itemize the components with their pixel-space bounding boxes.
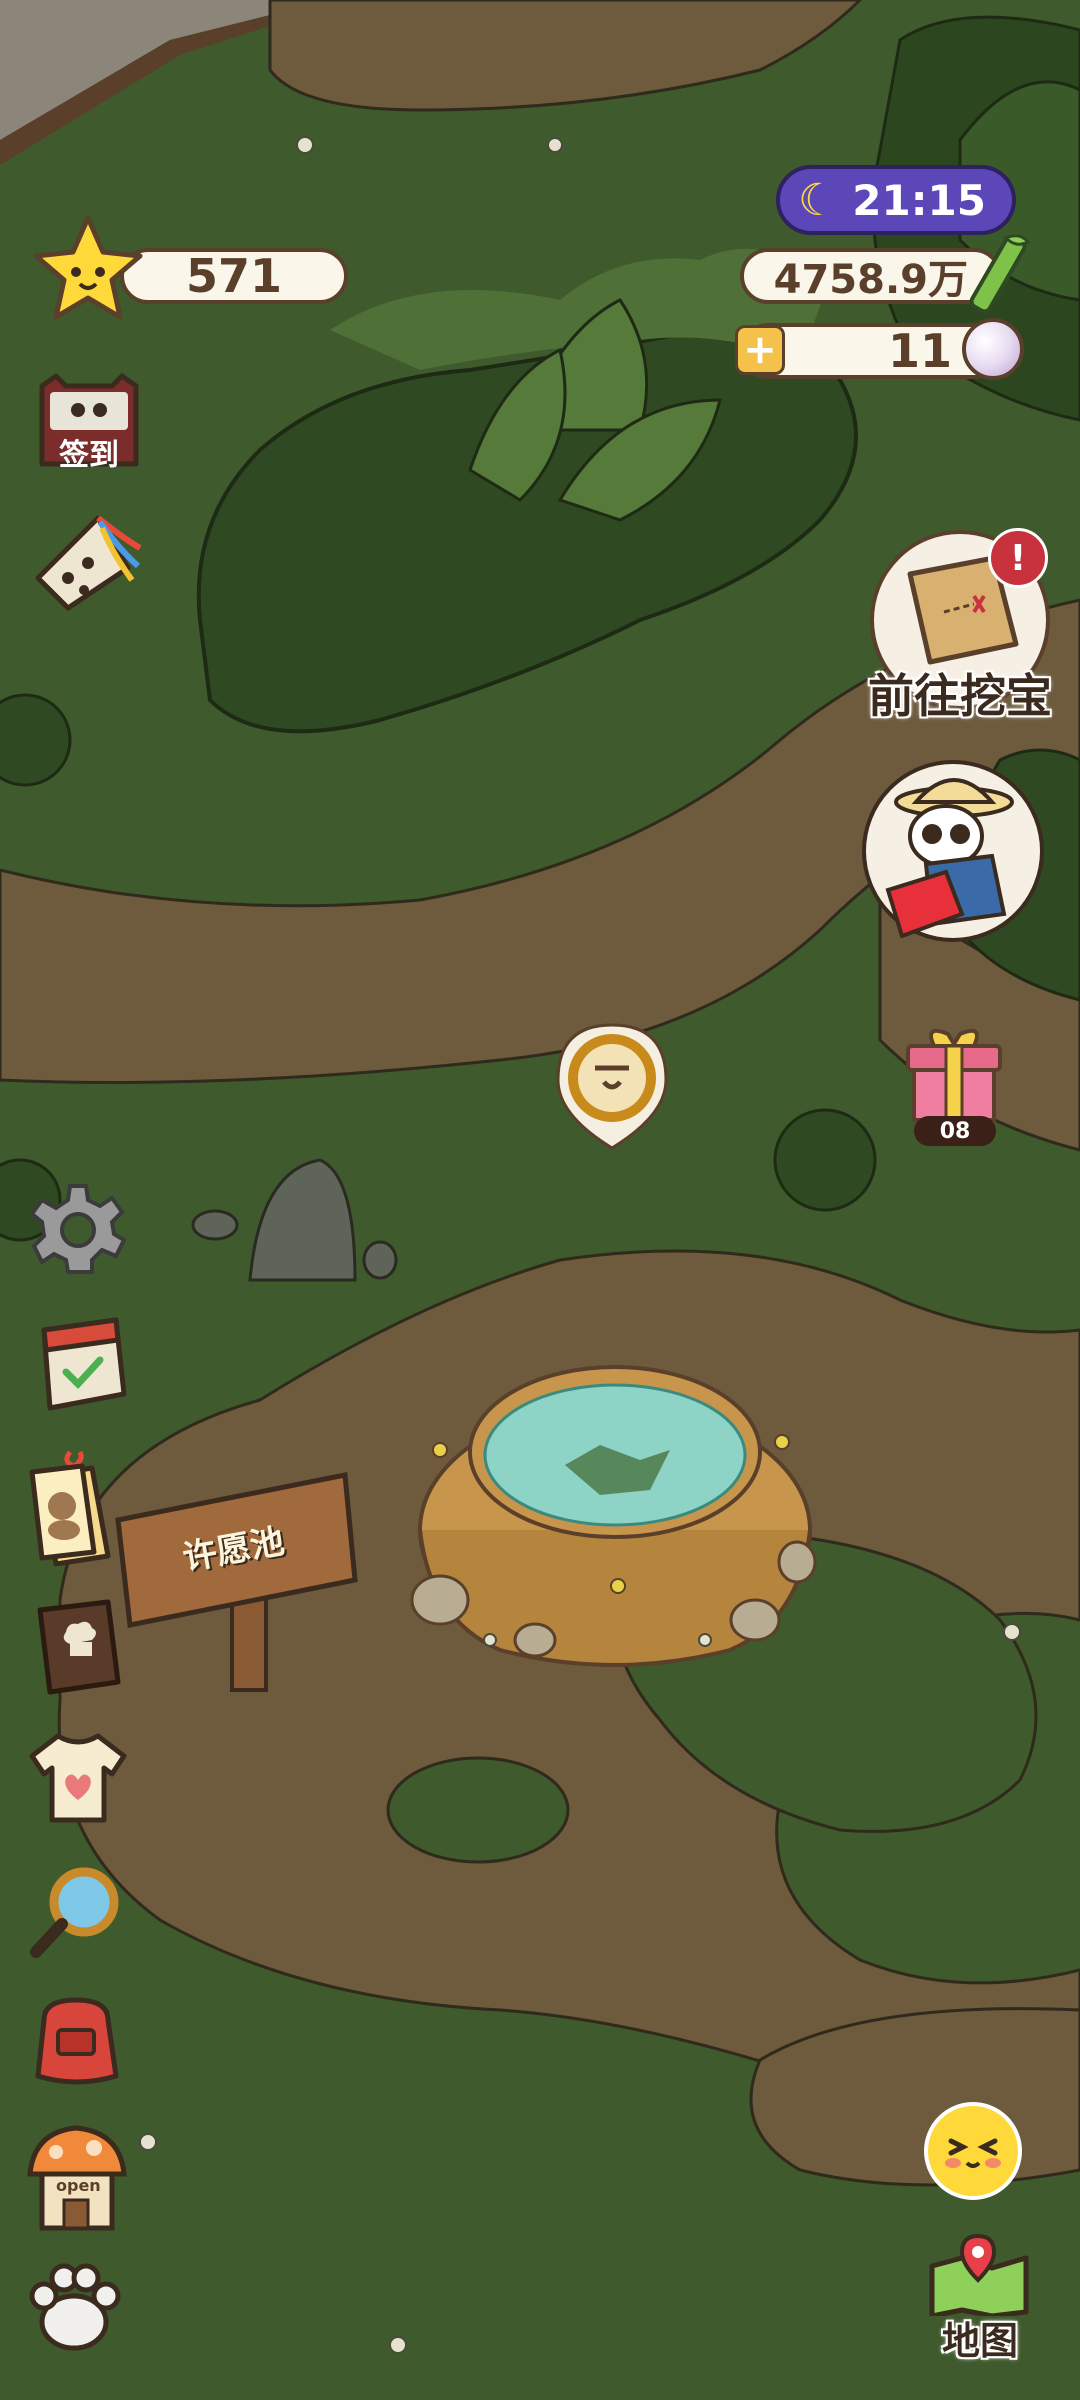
star-icon bbox=[28, 210, 148, 325]
star-counter: 571 bbox=[120, 248, 348, 304]
backpack-icon bbox=[35, 1997, 119, 2085]
magnifier-icon bbox=[30, 1867, 119, 1958]
search-button[interactable] bbox=[26, 1862, 130, 1966]
paw-icon bbox=[29, 2263, 121, 2351]
bamboo-count: 4758.9万 bbox=[773, 257, 968, 303]
time-pill: ☾ 21:15 bbox=[776, 165, 1016, 235]
pearl-count: 11 bbox=[887, 324, 952, 378]
pet-tag-button[interactable] bbox=[22, 1446, 130, 1567]
time-display: 21:15 bbox=[852, 175, 986, 225]
tshirt-icon bbox=[29, 1733, 127, 1823]
kite-button[interactable] bbox=[28, 508, 146, 618]
recipe-book-icon bbox=[37, 1599, 121, 1695]
treasure-hunt-label: 前往挖宝 bbox=[868, 669, 1052, 723]
sign-in-label: 签到 bbox=[59, 438, 119, 473]
map-button[interactable]: 地图 bbox=[922, 2232, 1038, 2363]
bamboo-icon bbox=[960, 228, 1032, 320]
treasure-hunt-button[interactable]: ! 前往挖宝 bbox=[860, 522, 1060, 723]
plus-icon: + bbox=[743, 327, 777, 373]
calendar-book-icon bbox=[41, 1317, 127, 1411]
pet-tag-icon bbox=[29, 1450, 111, 1567]
wardrobe-button[interactable] bbox=[26, 1726, 130, 1830]
gift-count: 08 bbox=[939, 1118, 971, 1144]
shop-open-sign: open bbox=[56, 2176, 101, 2195]
settings-button[interactable] bbox=[28, 1178, 128, 1278]
explorer-panda-icon bbox=[862, 760, 1044, 942]
calendar-button[interactable] bbox=[24, 1310, 132, 1418]
add-pearls-button[interactable]: + bbox=[735, 325, 785, 375]
pearl-icon bbox=[962, 318, 1024, 380]
kite-icon bbox=[35, 515, 142, 611]
shop-button[interactable]: open bbox=[20, 2118, 132, 2238]
star-count: 571 bbox=[185, 249, 283, 303]
backpack-button[interactable] bbox=[24, 1990, 130, 2090]
npc-explorer-button[interactable] bbox=[856, 760, 1056, 950]
gift-box-icon bbox=[906, 1029, 1002, 1122]
gift-count-badge: 08 bbox=[914, 1116, 996, 1146]
recipe-book-button[interactable] bbox=[26, 1596, 128, 1700]
map-icon bbox=[929, 2233, 1029, 2319]
map-label: 地图 bbox=[941, 2319, 1018, 2363]
sign-in-button[interactable]: 签到 bbox=[34, 372, 144, 473]
settings-gear-icon bbox=[29, 1184, 127, 1274]
gift-button[interactable]: 08 bbox=[894, 1016, 1014, 1146]
emoji-button[interactable] bbox=[924, 2102, 1022, 2200]
treasure-alert-badge: ! bbox=[988, 528, 1048, 588]
emoji-face-icon bbox=[945, 2138, 1001, 2168]
pets-button[interactable] bbox=[22, 2256, 126, 2356]
moon-icon: ☾ bbox=[798, 175, 838, 226]
